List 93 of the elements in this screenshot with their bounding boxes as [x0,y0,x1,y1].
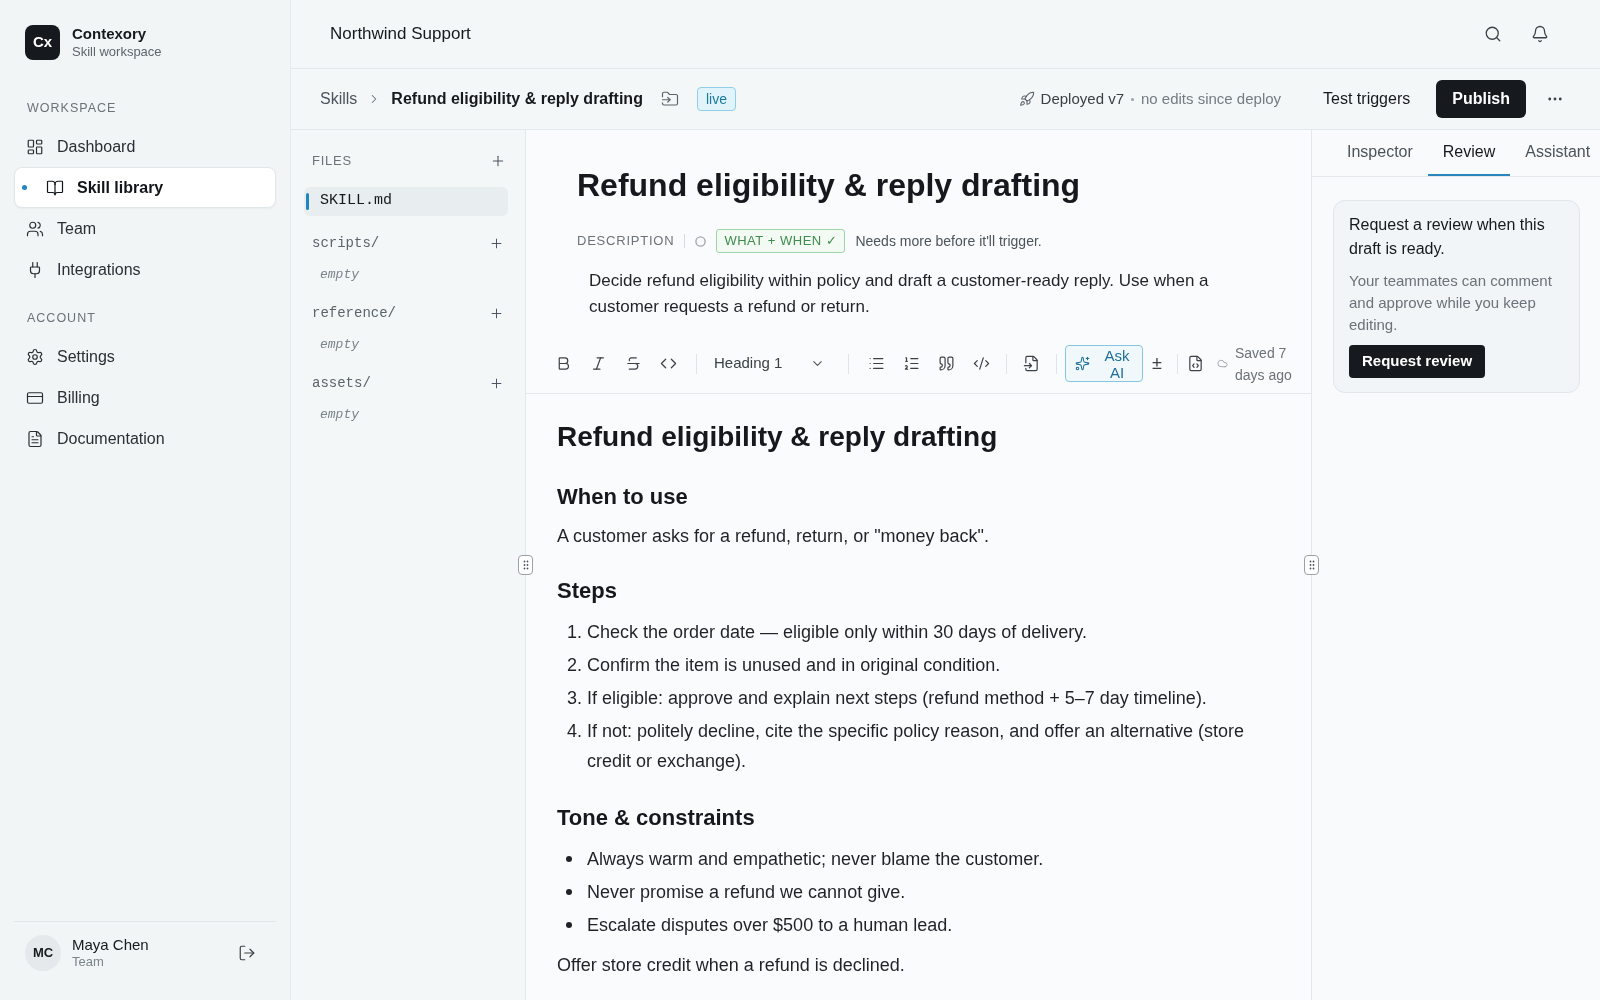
saved-status: Saved 7 days ago [1235,343,1293,385]
quote-icon[interactable] [938,355,955,372]
plus-icon[interactable] [490,153,506,169]
resize-handle-icon[interactable] [518,555,533,575]
resize-handle-icon[interactable] [1304,555,1319,575]
bullet-icon [566,856,572,862]
sidebar-item[interactable]: Dashboard [14,126,276,167]
brand-subtitle: Skill workspace [72,43,162,60]
empty-note: empty [320,336,359,355]
list-item-text: Never promise a refund we cannot give. [587,881,906,904]
list-item-text: If eligible: approve and explain next steps (refund method + 5–7 day timeline). [587,687,1207,710]
settings-icon [26,347,44,366]
bullet-icon [566,889,572,895]
breadcrumb-current: Refund eligibility & reply drafting [391,89,643,109]
sidebar-item[interactable]: Settings [14,336,276,377]
criteria-tag: WHAT + WHEN ✓ [716,229,846,253]
file-import-icon[interactable] [1023,355,1040,372]
request-review-button[interactable]: Request review [1349,345,1486,378]
search-icon[interactable] [1484,25,1502,43]
block-style-select[interactable]: Heading 1 [707,347,832,380]
file-code-icon[interactable] [1187,355,1204,372]
plus-icon[interactable] [489,375,504,391]
italic-icon[interactable] [590,355,607,372]
section-heading: Tone & constraints [557,804,756,832]
user-name: Maya Chen [72,936,149,954]
brand-logo: Cx [25,25,60,60]
grid-icon [26,137,44,156]
empty-note: empty [320,266,359,285]
user-avatar: MC [25,935,61,971]
publish-button[interactable]: Publish [1436,80,1526,118]
section-title: WORKSPACE [27,99,117,117]
workspace-title: Northwind Support [330,23,471,46]
panel-tab[interactable]: Assistant [1510,130,1600,176]
list-item-text: If not: politely decline, cite the specific policy reason, and offer an alternative (store credit or exchange). [587,720,1246,773]
test-triggers-button[interactable]: Test triggers [1309,80,1425,118]
brand-name: Contexory [72,25,148,43]
notifications-icon[interactable] [1531,25,1549,43]
sidebar-item[interactable]: Skill library [14,167,276,208]
sidebar-item[interactable]: Integrations [14,249,276,290]
folder-item[interactable]: scripts/ [304,232,508,254]
sparkle-icon [1075,356,1090,371]
code-block-icon[interactable] [973,355,990,372]
deploy-version: Deployed v7 [1040,88,1124,109]
panel-tab[interactable]: Review [1427,130,1511,176]
user-role: Team [72,954,105,970]
list-number: 1. [567,621,583,644]
file-item[interactable]: SKILL.md [304,187,508,216]
list-item-text: Confirm the item is unused and in original condition. [587,654,1001,677]
bullet-list-icon[interactable] [868,355,885,372]
paragraph: Offer store credit when a refund is declined. [557,954,906,977]
list-number: 2. [567,654,583,677]
plus-minus-toggle[interactable]: ± [1143,350,1171,377]
section-heading: Steps [557,577,618,605]
list-item-text: Escalate disputes over $500 to a human lead. [587,914,953,937]
folder-item[interactable]: assets/ [304,372,508,394]
breadcrumb-link[interactable]: Skills [320,87,358,111]
list-item-text: Always warm and empathetic; never blame the customer. [587,848,1044,871]
users-icon [26,219,44,238]
deploy-note: no edits since deploy [1141,88,1282,109]
paragraph: A customer asks for a refund, return, or "money back". [557,525,990,548]
panel-tab[interactable]: Inspector [1332,130,1428,176]
empty-note: empty [320,406,359,425]
description-label: DESCRIPTION [577,232,675,251]
plus-icon[interactable] [489,305,504,321]
folder-arrow-icon[interactable] [660,90,679,108]
review-title: Request a review when this draft is ready. [1349,215,1546,259]
files-heading: FILES [312,152,353,171]
description-hint: Needs more before it'll trigger. [855,231,1042,251]
ask-ai-button[interactable]: Ask AI [1065,345,1143,382]
description-text[interactable]: Decide refund eligibility within policy and draft a customer-ready reply. Use when a customer requests a refund or return. [577,268,1271,320]
status-tag: live [696,87,736,111]
logout-icon[interactable] [238,944,256,962]
list-number: 4. [567,720,583,743]
skill-title[interactable]: Refund eligibility & reply drafting [577,164,1271,206]
strikethrough-icon[interactable] [625,355,642,372]
section-title: ACCOUNT [27,309,96,327]
review-body: Your teammates can comment and approve while you keep editing. [1349,271,1553,335]
rocket-icon [1018,91,1035,107]
list-number: 3. [567,687,583,710]
book-icon [46,178,64,197]
cloud-icon [1217,358,1228,369]
folder-item[interactable]: reference/ [304,302,508,324]
status-ring-icon [695,235,707,247]
document-heading: Refund eligibility & reply drafting [557,420,999,454]
section-heading: When to use [557,483,689,511]
document-icon [26,429,44,448]
list-item-text: Check the order date — eligible only within 30 days of delivery. [587,621,1087,644]
sidebar-item[interactable]: Team [14,208,276,249]
numbered-list-icon[interactable] [903,355,920,372]
bullet-icon [566,922,572,928]
sidebar-item[interactable]: Documentation [14,418,276,459]
sidebar-item[interactable]: Billing [14,377,276,418]
plus-icon[interactable] [489,235,504,251]
